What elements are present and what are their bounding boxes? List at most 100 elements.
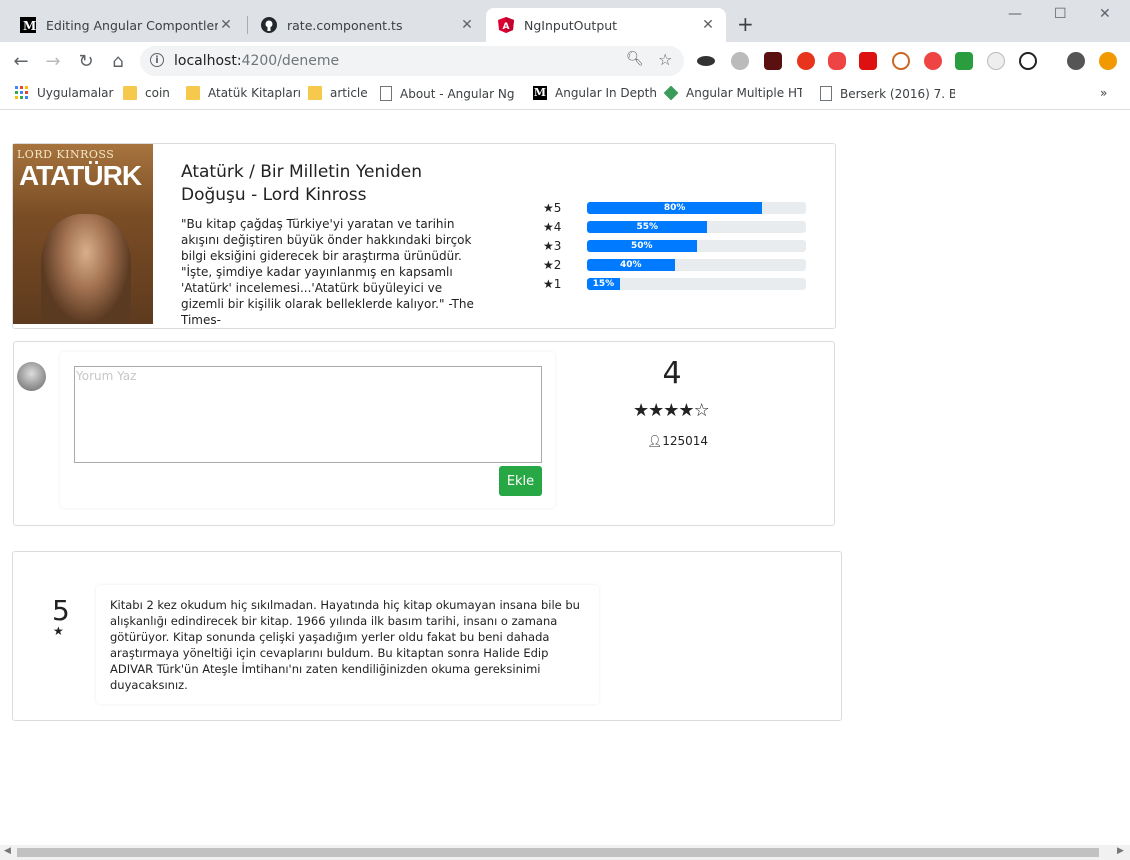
- bookmark-about-angular[interactable]: About - Angular Ngr: [380, 86, 515, 101]
- bookmark-ataturk[interactable]: Atatük Kitapları: [186, 86, 301, 100]
- star-icon: ★: [543, 258, 554, 272]
- github-icon: [261, 17, 277, 33]
- tab-nginputoutput[interactable]: A NgInputOutput ✕: [486, 8, 726, 42]
- star-icon: ★: [543, 277, 554, 291]
- update-alert-icon[interactable]: [1099, 52, 1117, 70]
- reload-icon[interactable]: ↻: [75, 50, 97, 72]
- rating-progress-bar: 80%: [587, 202, 763, 214]
- bookmark-star-icon[interactable]: ☆: [658, 50, 672, 69]
- folder-icon: [123, 86, 137, 100]
- rating-label: ★5: [543, 201, 562, 215]
- timer-extension-icon[interactable]: [987, 52, 1005, 70]
- folder-icon: [186, 86, 200, 100]
- profile-avatar[interactable]: [1067, 52, 1085, 70]
- window-close-icon[interactable]: ✕: [1099, 6, 1111, 22]
- shield-extension-icon[interactable]: [797, 52, 815, 70]
- average-stars: ★★★★☆: [633, 400, 710, 421]
- close-icon[interactable]: ✕: [218, 17, 234, 33]
- rating-progress-bar: 55%: [587, 221, 708, 233]
- forward-icon[interactable]: →: [42, 50, 64, 72]
- site-info-icon[interactable]: i: [150, 53, 164, 67]
- zoom-icon[interactable]: 🔍︎: [626, 51, 644, 67]
- eb-extension-icon[interactable]: [924, 52, 942, 70]
- star-empty-icon[interactable]: ☆: [694, 400, 710, 421]
- rating-progress-track: 80%: [587, 202, 806, 214]
- user-icon: 👤︎: [647, 434, 663, 448]
- tab-label: Editing Angular Compontler Aras: [46, 17, 218, 33]
- star-icon: ★: [543, 201, 554, 215]
- bookmark-apps[interactable]: Uygulamalar: [15, 86, 113, 100]
- vote-count: 👤︎125014: [647, 434, 709, 448]
- bookmark-article[interactable]: article: [308, 86, 368, 100]
- rating-progress-bar: 40%: [587, 259, 675, 271]
- rating-label: ★1: [543, 277, 562, 291]
- rating-progress-bar: 50%: [587, 240, 697, 252]
- star-icon: ★: [543, 220, 554, 234]
- star-icon: ★: [543, 239, 554, 253]
- tab-editing-angular[interactable]: M Editing Angular Compontler Aras ✕: [8, 8, 244, 42]
- cover-title: ATATÜRK: [19, 160, 142, 191]
- sesli-extension-icon[interactable]: [764, 52, 782, 70]
- back-icon[interactable]: ←: [10, 50, 32, 72]
- rating-progress-bar: 15%: [587, 278, 620, 290]
- svg-text:M: M: [23, 19, 36, 33]
- star-filled-icon[interactable]: ★: [678, 400, 694, 421]
- incognito-extension-icon[interactable]: [697, 56, 715, 66]
- kx-extension-icon[interactable]: [955, 52, 973, 70]
- book-title: Atatürk / Bir Milletin Yeniden Doğuşu - …: [181, 162, 422, 205]
- rating-progress-track: 55%: [587, 221, 806, 233]
- apps-grid-icon: [15, 86, 29, 100]
- tab-strip: M Editing Angular Compontler Aras ✕ rate…: [0, 0, 1130, 42]
- url-text[interactable]: localhost:4200/deneme: [174, 53, 339, 69]
- rating-label: ★4: [543, 220, 562, 234]
- minimize-icon[interactable]: —: [1008, 6, 1022, 22]
- glasses-extension-icon[interactable]: [892, 52, 910, 70]
- new-tab-button[interactable]: +: [737, 14, 754, 34]
- bookmark-angular-multiple[interactable]: Angular Multiple HTT: [664, 86, 802, 100]
- maximize-icon[interactable]: ☐: [1054, 6, 1067, 22]
- book-description: "Bu kitap çağdaş Türkiye'yi yaratan ve t…: [181, 217, 474, 327]
- scrollbar-thumb[interactable]: [17, 848, 1099, 857]
- average-rating: 4: [662, 356, 682, 391]
- horizontal-scrollbar[interactable]: ◀ ▶: [0, 845, 1130, 860]
- medium-icon: M: [533, 86, 547, 100]
- ublock-extension-icon[interactable]: [828, 52, 846, 70]
- bookmark-coin[interactable]: coin: [123, 86, 170, 100]
- page-icon: [380, 86, 392, 101]
- bookmarks-bar: Uygulamalar coin Atatük Kitapları articl…: [0, 80, 1130, 110]
- page-icon: [820, 86, 832, 101]
- rating-progress-track: 15%: [587, 278, 806, 290]
- sync-extension-icon[interactable]: [731, 52, 749, 70]
- rating-progress-track: 50%: [587, 240, 806, 252]
- bookmark-berserk[interactable]: Berserk (2016) 7. Bölü: [820, 86, 955, 101]
- address-bar[interactable]: i localhost:4200/deneme 🔍︎ ☆: [140, 46, 684, 76]
- review-text: Kitabı 2 kez okudum hiç sıkılmadan. Haya…: [110, 598, 580, 692]
- check-extension-icon[interactable]: [1019, 52, 1037, 70]
- tab-label: rate.component.ts: [287, 17, 403, 33]
- star-filled-icon[interactable]: ★: [633, 400, 649, 421]
- folder-icon: [308, 86, 322, 100]
- scroll-right-icon[interactable]: ▶: [1117, 846, 1124, 856]
- bookmarks-more-icon[interactable]: »: [1100, 86, 1107, 100]
- angular-icon: A: [498, 17, 514, 33]
- medium-icon: M: [20, 17, 36, 33]
- tab-rate-component[interactable]: rate.component.ts ✕: [249, 8, 485, 42]
- tab-divider: [247, 16, 248, 34]
- bookmark-angular-in-depth[interactable]: M Angular In Depth: [533, 86, 657, 100]
- comment-input[interactable]: [74, 366, 542, 463]
- book-cover-image: LORD KINROSS ATATÜRK: [13, 144, 153, 324]
- close-icon[interactable]: ✕: [459, 17, 475, 33]
- close-icon[interactable]: ✕: [700, 17, 716, 33]
- star-icon: ★: [53, 624, 64, 638]
- scroll-left-icon[interactable]: ◀: [4, 846, 11, 856]
- cover-portrait: [41, 214, 131, 324]
- power-extension-icon[interactable]: [859, 52, 877, 70]
- add-comment-button[interactable]: Ekle: [499, 466, 542, 496]
- home-icon[interactable]: ⌂: [107, 50, 129, 72]
- svg-text:A: A: [503, 22, 510, 32]
- tab-label: NgInputOutput: [524, 17, 618, 33]
- rating-label: ★3: [543, 239, 562, 253]
- rating-progress-track: 40%: [587, 259, 806, 271]
- star-filled-icon[interactable]: ★: [663, 400, 679, 421]
- star-filled-icon[interactable]: ★: [648, 400, 664, 421]
